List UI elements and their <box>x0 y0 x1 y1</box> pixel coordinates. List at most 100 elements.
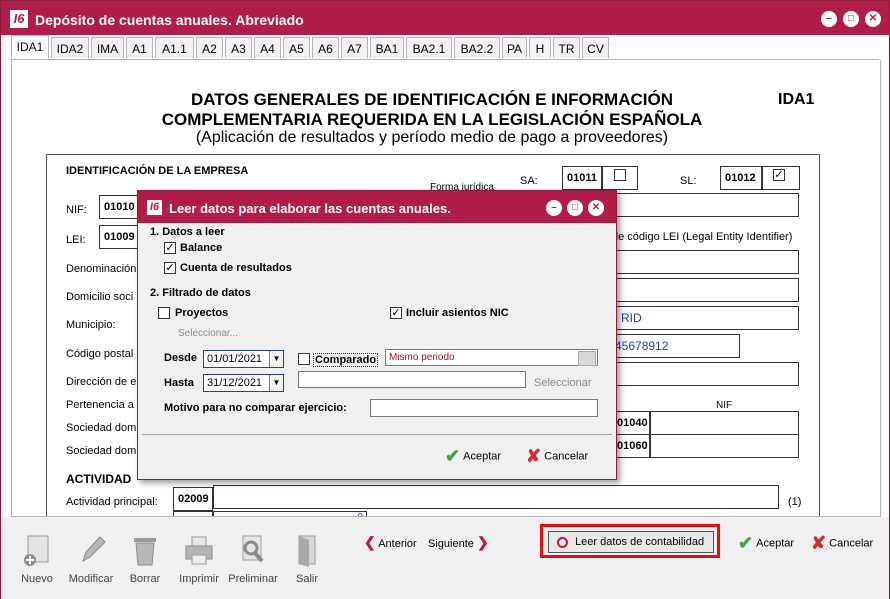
denominacion-input[interactable] <box>612 250 799 274</box>
motivo-input[interactable] <box>370 399 598 417</box>
denominacion-label: Denominación <box>66 263 137 275</box>
close-icon[interactable]: ✕ <box>865 11 881 27</box>
tab-ima[interactable]: IMA <box>91 37 124 58</box>
seleccionar-proyectos-link[interactable]: Seleccionar... <box>178 328 238 339</box>
tab-ba1[interactable]: BA1 <box>370 37 404 58</box>
municipio-input[interactable]: RID <box>612 306 799 330</box>
tab-a1[interactable]: A1 <box>126 37 153 58</box>
lei-code: 01009 <box>99 225 141 249</box>
desde-date-input[interactable]: 01/01/2021 ▼ <box>203 350 284 368</box>
sociedad-dom2-input[interactable] <box>650 434 799 458</box>
denominacion-field[interactable] <box>612 193 799 217</box>
tab-a4[interactable]: A4 <box>254 37 281 58</box>
modificar-button[interactable]: Modificar <box>66 533 116 585</box>
new-document-icon <box>24 535 49 566</box>
desde-date-value: 01/01/2021 <box>207 353 263 365</box>
form-subtitle: (Aplicación de resultados y período medi… <box>195 129 669 146</box>
desde-dropdown-icon[interactable]: ▼ <box>269 351 283 367</box>
domicilio-input[interactable] <box>612 278 799 302</box>
sociedad-dom1-input[interactable] <box>650 411 799 435</box>
comparado-select-input[interactable] <box>298 371 526 388</box>
seleccionar-comparado-link[interactable]: Seleccionar <box>534 377 591 389</box>
tab-pa[interactable]: PA <box>502 37 527 58</box>
nuevo-label: Nuevo <box>21 573 53 585</box>
periodo-select[interactable]: Mismo periodo <box>385 349 598 366</box>
incluir-nic-checkbox[interactable]: ✓ <box>390 307 402 319</box>
section-empresa: IDENTIFICACIÓN DE LA EMPRESA <box>66 165 249 177</box>
cuenta-resultados-checkbox[interactable]: ✓ <box>164 262 176 274</box>
dialog-title: Leer datos para elaborar las cuentas anu… <box>169 201 451 216</box>
window-title: Depósito de cuentas anuales. Abreviado <box>35 12 304 28</box>
dialog-cancelar-button[interactable]: ✘ Cancelar <box>526 446 588 467</box>
sa-code: 01011 <box>562 166 602 190</box>
tab-a2[interactable]: A2 <box>196 37 223 58</box>
borrar-button[interactable]: Borrar <box>120 533 170 585</box>
anterior-button[interactable]: ❮ Anterior <box>364 534 417 551</box>
form-code: IDA1 <box>778 91 815 108</box>
desde-label: Desde <box>164 352 198 364</box>
sa-checkbox[interactable] <box>614 169 626 181</box>
telefono-input[interactable]: 45678912 <box>612 334 740 358</box>
tab-a5[interactable]: A5 <box>283 37 310 58</box>
main-window: I6 Depósito de cuentas anuales. Abreviad… <box>0 0 890 599</box>
check-icon: ✔ <box>738 533 754 553</box>
arrow-right-icon: ❯ <box>476 534 489 550</box>
preliminar-button[interactable]: Preliminar <box>228 533 278 585</box>
tab-h[interactable]: H <box>529 37 551 58</box>
tab-tr[interactable]: TR <box>553 37 580 58</box>
dialog-cancel-icon: ✘ <box>526 446 542 466</box>
dialog-maximize-icon[interactable]: □ <box>567 200 583 216</box>
aceptar-button[interactable]: ✔ Aceptar <box>738 533 794 554</box>
actividad-input[interactable] <box>213 485 779 509</box>
codigo-postal-label: Código postal <box>66 348 134 360</box>
app-logo-icon: I6 <box>10 10 28 28</box>
siguiente-button[interactable]: Siguiente ❯ <box>428 534 489 551</box>
dialog-logo-icon: I6 <box>147 200 162 215</box>
tab-ida2[interactable]: IDA2 <box>51 37 89 58</box>
hasta-dropdown-icon[interactable]: ▼ <box>269 375 283 391</box>
proyectos-label: Proyectos <box>175 307 229 319</box>
dialog-minimize-icon[interactable]: – <box>546 200 562 216</box>
maximize-icon[interactable]: □ <box>843 11 859 27</box>
lei-note: de código LEI (Legal Entity Identifier) <box>612 231 793 243</box>
sl-code: 01012 <box>720 166 762 190</box>
cuenta-resultados-label: Cuenta de resultados <box>180 262 292 274</box>
tab-ida1[interactable]: IDA1 <box>11 35 49 58</box>
cancelar-button[interactable]: ✘ Cancelar <box>811 533 873 554</box>
actividad-note: (1) <box>788 496 802 508</box>
exit-door-icon <box>298 535 316 567</box>
cancel-icon: ✘ <box>811 533 827 553</box>
nuevo-button[interactable]: Nuevo <box>12 533 62 585</box>
section-actividad: ACTIVIDAD <box>66 472 132 486</box>
tab-a1-1[interactable]: A1.1 <box>155 37 194 58</box>
hasta-date-input[interactable]: 31/12/2021 ▼ <box>203 374 284 392</box>
dialog-aceptar-button[interactable]: ✔ Aceptar <box>445 446 501 467</box>
minimize-icon[interactable]: – <box>821 11 837 27</box>
nif-label: NIF: <box>66 204 87 216</box>
search-icon <box>557 536 568 548</box>
sl-checkbox[interactable]: ✓ <box>773 169 785 181</box>
tab-ba2-2[interactable]: BA2.2 <box>454 37 500 58</box>
tab-ba2-1[interactable]: BA2.1 <box>406 37 452 58</box>
balance-checkbox[interactable]: ✓ <box>164 242 176 254</box>
leer-datos-button[interactable]: Leer datos de contabilidad <box>548 531 714 553</box>
dialog-check-icon: ✔ <box>445 446 461 466</box>
direccion-input[interactable] <box>612 362 799 386</box>
tab-a7[interactable]: A7 <box>341 37 368 58</box>
form-title-line1: DATOS GENERALES DE IDENTIFICACIÓN E INFO… <box>190 90 673 109</box>
tab-a6[interactable]: A6 <box>312 37 339 58</box>
imprimir-button[interactable]: Imprimir <box>174 533 224 585</box>
sociedad-dom1-label: Sociedad dom <box>66 422 137 434</box>
tab-a3[interactable]: A3 <box>225 37 252 58</box>
preliminar-label: Preliminar <box>228 573 278 585</box>
tab-cv[interactable]: CV <box>582 37 609 58</box>
comparado-checkbox[interactable] <box>298 353 310 365</box>
periodo-dropdown-icon[interactable] <box>578 351 596 366</box>
direccion-label: Dirección de e <box>66 376 137 388</box>
salir-button[interactable]: Salir <box>282 533 332 585</box>
proyectos-checkbox[interactable] <box>158 307 170 319</box>
comparado-label: Comparado <box>313 353 379 367</box>
motivo-label: Motivo para no comparar ejercicio: <box>164 402 347 414</box>
dialog-close-icon[interactable]: ✕ <box>588 200 604 216</box>
incluir-nic-label: Incluir asientos NIC <box>406 307 509 319</box>
